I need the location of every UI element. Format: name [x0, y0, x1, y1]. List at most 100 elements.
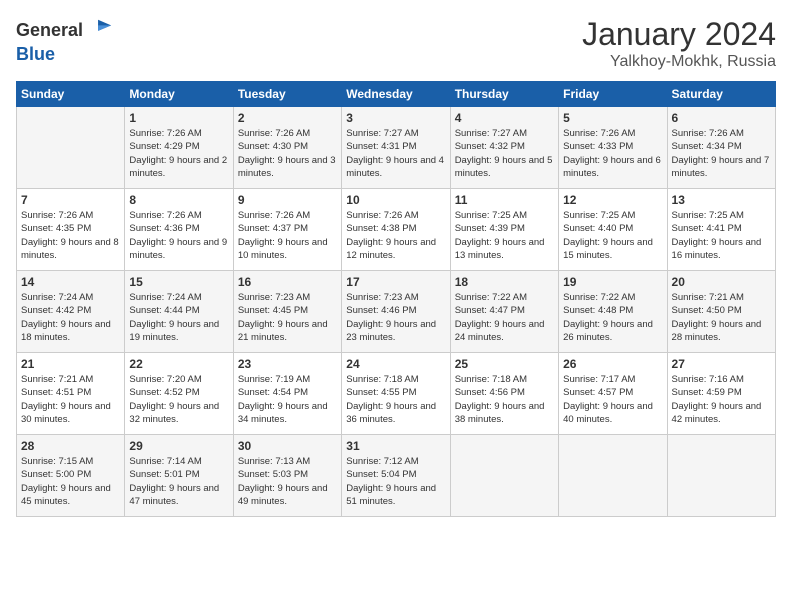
title-block: January 2024 Yalkhoy-Mokhk, Russia [582, 16, 776, 71]
header: General Blue January 2024 Yalkhoy-Mokhk,… [16, 16, 776, 71]
logo-blue: Blue [16, 44, 55, 64]
day-cell: 17 Sunrise: 7:23 AMSunset: 4:46 PMDayligh… [342, 271, 450, 353]
cell-content: Sunrise: 7:23 AMSunset: 4:45 PMDaylight:… [238, 291, 337, 344]
calendar-table: Sunday Monday Tuesday Wednesday Thursday… [16, 81, 776, 517]
day-cell: 22 Sunrise: 7:20 AMSunset: 4:52 PMDayligh… [125, 353, 233, 435]
day-number: 21 [21, 357, 120, 371]
day-number: 26 [563, 357, 662, 371]
col-sunday: Sunday [17, 82, 125, 107]
cell-content: Sunrise: 7:25 AMSunset: 4:41 PMDaylight:… [672, 209, 771, 262]
cell-content: Sunrise: 7:24 AMSunset: 4:44 PMDaylight:… [129, 291, 228, 344]
cell-content: Sunrise: 7:26 AMSunset: 4:29 PMDaylight:… [129, 127, 228, 180]
logo-flag-icon [85, 16, 113, 44]
cell-content: Sunrise: 7:14 AMSunset: 5:01 PMDaylight:… [129, 455, 228, 508]
day-number: 18 [455, 275, 554, 289]
day-number: 25 [455, 357, 554, 371]
day-number: 11 [455, 193, 554, 207]
cell-content: Sunrise: 7:26 AMSunset: 4:36 PMDaylight:… [129, 209, 228, 262]
col-thursday: Thursday [450, 82, 558, 107]
cell-content: Sunrise: 7:26 AMSunset: 4:37 PMDaylight:… [238, 209, 337, 262]
cell-content: Sunrise: 7:25 AMSunset: 4:40 PMDaylight:… [563, 209, 662, 262]
day-cell: 14Sunrise: 7:24 AMSunset: 4:42 PMDayligh… [17, 271, 125, 353]
day-number: 23 [238, 357, 337, 371]
day-number: 13 [672, 193, 771, 207]
day-number: 22 [129, 357, 228, 371]
cell-content: Sunrise: 7:20 AMSunset: 4:52 PMDaylight:… [129, 373, 228, 426]
day-number: 27 [672, 357, 771, 371]
day-cell: 4 Sunrise: 7:27 AMSunset: 4:32 PMDaylight… [450, 107, 558, 189]
day-number: 31 [346, 439, 445, 453]
cell-content: Sunrise: 7:15 AMSunset: 5:00 PMDaylight:… [21, 455, 120, 508]
day-cell [17, 107, 125, 189]
day-cell: 12Sunrise: 7:25 AMSunset: 4:40 PMDayligh… [559, 189, 667, 271]
day-number: 28 [21, 439, 120, 453]
day-number: 2 [238, 111, 337, 125]
day-cell: 30 Sunrise: 7:13 AMSunset: 5:03 PMDayligh… [233, 435, 341, 517]
day-number: 8 [129, 193, 228, 207]
cell-content: Sunrise: 7:17 AMSunset: 4:57 PMDaylight:… [563, 373, 662, 426]
cell-content: Sunrise: 7:21 AMSunset: 4:50 PMDaylight:… [672, 291, 771, 344]
header-row: Sunday Monday Tuesday Wednesday Thursday… [17, 82, 776, 107]
month-title: January 2024 [582, 16, 776, 53]
day-cell: 31 Sunrise: 7:12 AMSunset: 5:04 PMDayligh… [342, 435, 450, 517]
day-cell: 1Sunrise: 7:26 AMSunset: 4:29 PMDaylight… [125, 107, 233, 189]
day-number: 3 [346, 111, 445, 125]
week-row-5: 28 Sunrise: 7:15 AMSunset: 5:00 PMDayligh… [17, 435, 776, 517]
day-cell: 7 Sunrise: 7:26 AMSunset: 4:35 PMDaylight… [17, 189, 125, 271]
cell-content: Sunrise: 7:12 AMSunset: 5:04 PMDaylight:… [346, 455, 445, 508]
cell-content: Sunrise: 7:27 AMSunset: 4:31 PMDaylight:… [346, 127, 445, 180]
cell-content: Sunrise: 7:27 AMSunset: 4:32 PMDaylight:… [455, 127, 554, 180]
day-number: 4 [455, 111, 554, 125]
day-number: 20 [672, 275, 771, 289]
logo-general: General [16, 20, 83, 41]
cell-content: Sunrise: 7:26 AMSunset: 4:33 PMDaylight:… [563, 127, 662, 180]
cell-content: Sunrise: 7:24 AMSunset: 4:42 PMDaylight:… [21, 291, 120, 344]
cell-content: Sunrise: 7:25 AMSunset: 4:39 PMDaylight:… [455, 209, 554, 262]
cell-content: Sunrise: 7:23 AMSunset: 4:46 PMDaylight:… [346, 291, 445, 344]
cell-content: Sunrise: 7:13 AMSunset: 5:03 PMDaylight:… [238, 455, 337, 508]
cell-content: Sunrise: 7:22 AMSunset: 4:47 PMDaylight:… [455, 291, 554, 344]
day-cell: 23Sunrise: 7:19 AMSunset: 4:54 PMDayligh… [233, 353, 341, 435]
day-number: 29 [129, 439, 228, 453]
day-number: 10 [346, 193, 445, 207]
day-number: 6 [672, 111, 771, 125]
day-cell: 15 Sunrise: 7:24 AMSunset: 4:44 PMDayligh… [125, 271, 233, 353]
day-cell: 26 Sunrise: 7:17 AMSunset: 4:57 PMDayligh… [559, 353, 667, 435]
cell-content: Sunrise: 7:26 AMSunset: 4:38 PMDaylight:… [346, 209, 445, 262]
day-cell: 3 Sunrise: 7:27 AMSunset: 4:31 PMDaylight… [342, 107, 450, 189]
day-number: 7 [21, 193, 120, 207]
day-cell [667, 435, 775, 517]
cell-content: Sunrise: 7:18 AMSunset: 4:55 PMDaylight:… [346, 373, 445, 426]
day-cell: 5Sunrise: 7:26 AMSunset: 4:33 PMDaylight… [559, 107, 667, 189]
day-number: 15 [129, 275, 228, 289]
day-cell [450, 435, 558, 517]
day-number: 9 [238, 193, 337, 207]
day-cell: 16 Sunrise: 7:23 AMSunset: 4:45 PMDayligh… [233, 271, 341, 353]
day-cell: 2 Sunrise: 7:26 AMSunset: 4:30 PMDaylight… [233, 107, 341, 189]
day-cell: 6Sunrise: 7:26 AMSunset: 4:34 PMDaylight… [667, 107, 775, 189]
cell-content: Sunrise: 7:26 AMSunset: 4:30 PMDaylight:… [238, 127, 337, 180]
col-monday: Monday [125, 82, 233, 107]
day-cell: 18 Sunrise: 7:22 AMSunset: 4:47 PMDayligh… [450, 271, 558, 353]
day-number: 30 [238, 439, 337, 453]
week-row-3: 14Sunrise: 7:24 AMSunset: 4:42 PMDayligh… [17, 271, 776, 353]
day-number: 16 [238, 275, 337, 289]
week-row-1: 1Sunrise: 7:26 AMSunset: 4:29 PMDaylight… [17, 107, 776, 189]
location-title: Yalkhoy-Mokhk, Russia [582, 53, 776, 71]
day-cell: 28 Sunrise: 7:15 AMSunset: 5:00 PMDayligh… [17, 435, 125, 517]
day-number: 19 [563, 275, 662, 289]
cell-content: Sunrise: 7:22 AMSunset: 4:48 PMDaylight:… [563, 291, 662, 344]
day-cell: 20 Sunrise: 7:21 AMSunset: 4:50 PMDayligh… [667, 271, 775, 353]
logo: General Blue [16, 16, 113, 65]
col-friday: Friday [559, 82, 667, 107]
calendar-body: 1Sunrise: 7:26 AMSunset: 4:29 PMDaylight… [17, 107, 776, 517]
day-cell: 24Sunrise: 7:18 AMSunset: 4:55 PMDayligh… [342, 353, 450, 435]
day-cell: 27Sunrise: 7:16 AMSunset: 4:59 PMDayligh… [667, 353, 775, 435]
day-cell: 9 Sunrise: 7:26 AMSunset: 4:37 PMDaylight… [233, 189, 341, 271]
cell-content: Sunrise: 7:26 AMSunset: 4:35 PMDaylight:… [21, 209, 120, 262]
day-cell: 13 Sunrise: 7:25 AMSunset: 4:41 PMDayligh… [667, 189, 775, 271]
day-number: 17 [346, 275, 445, 289]
day-cell: 21Sunrise: 7:21 AMSunset: 4:51 PMDayligh… [17, 353, 125, 435]
day-cell: 8 Sunrise: 7:26 AMSunset: 4:36 PMDaylight… [125, 189, 233, 271]
day-cell: 10 Sunrise: 7:26 AMSunset: 4:38 PMDayligh… [342, 189, 450, 271]
